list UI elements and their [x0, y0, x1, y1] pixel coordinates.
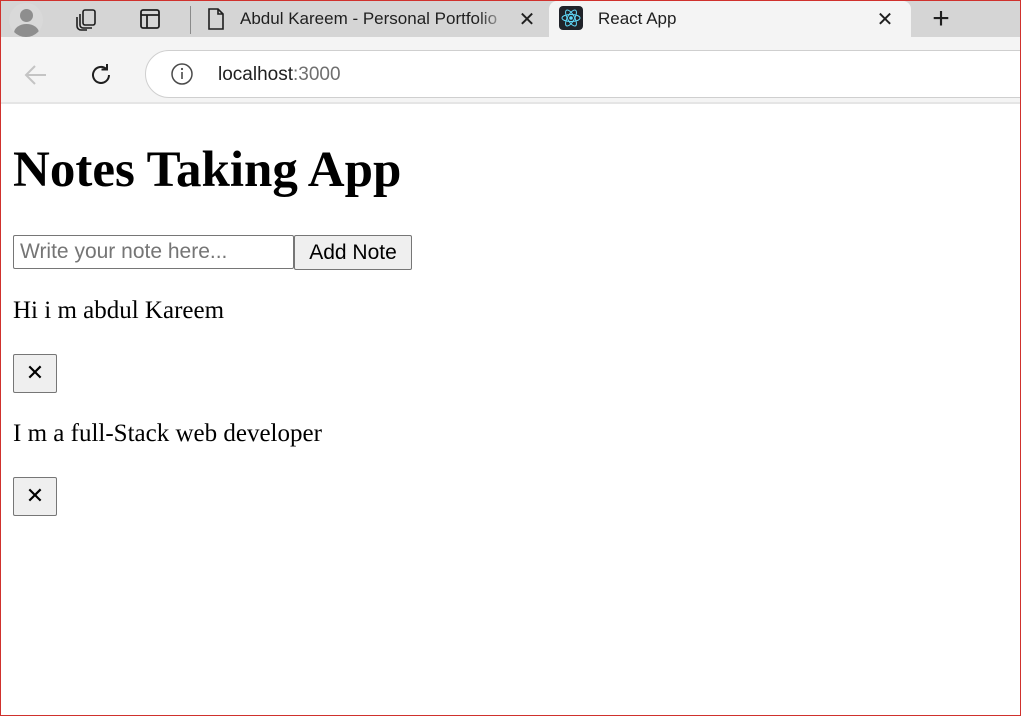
profile-avatar-icon[interactable] — [9, 3, 43, 37]
workspaces-icon[interactable] — [67, 1, 107, 37]
note-text: Hi i m abdul Kareem — [13, 297, 225, 324]
refresh-icon[interactable] — [83, 57, 119, 93]
delete-note-button[interactable]: ✕ — [13, 477, 57, 516]
react-logo-icon — [559, 6, 583, 30]
address-bar[interactable]: localhost:3000 — [145, 50, 1020, 98]
tab-actions-icon[interactable] — [130, 1, 170, 37]
tab-title: React App — [598, 9, 677, 28]
browser-toolbar: localhost:3000 — [1, 37, 1020, 103]
tab-divider — [190, 6, 191, 34]
info-icon[interactable] — [170, 62, 194, 86]
delete-note-button[interactable]: ✕ — [13, 354, 57, 393]
url-text[interactable]: localhost:3000 — [218, 64, 341, 86]
tab-close-icon[interactable]: ✕ — [515, 7, 539, 31]
page-title: Notes Taking App — [13, 142, 402, 198]
back-arrow-icon[interactable] — [18, 57, 54, 93]
note-text: I m a full-Stack web developer — [13, 420, 322, 447]
document-icon — [205, 7, 227, 31]
url-port: :3000 — [293, 64, 341, 85]
note-input[interactable] — [13, 235, 294, 269]
tab-portfolio[interactable]: Abdul Kareem - Personal Portfolio ✕ — [197, 1, 549, 37]
new-tab-button[interactable]: + — [921, 2, 961, 36]
url-host: localhost — [218, 64, 293, 85]
add-note-button[interactable]: Add Note — [294, 235, 412, 270]
page-content: Notes Taking App Add Note Hi i m abdul K… — [2, 104, 1020, 715]
tab-close-icon[interactable]: ✕ — [873, 7, 897, 31]
tab-title: Abdul Kareem - Personal Portfolio — [240, 9, 498, 28]
browser-window: Abdul Kareem - Personal Portfolio ✕ Reac… — [0, 0, 1021, 716]
